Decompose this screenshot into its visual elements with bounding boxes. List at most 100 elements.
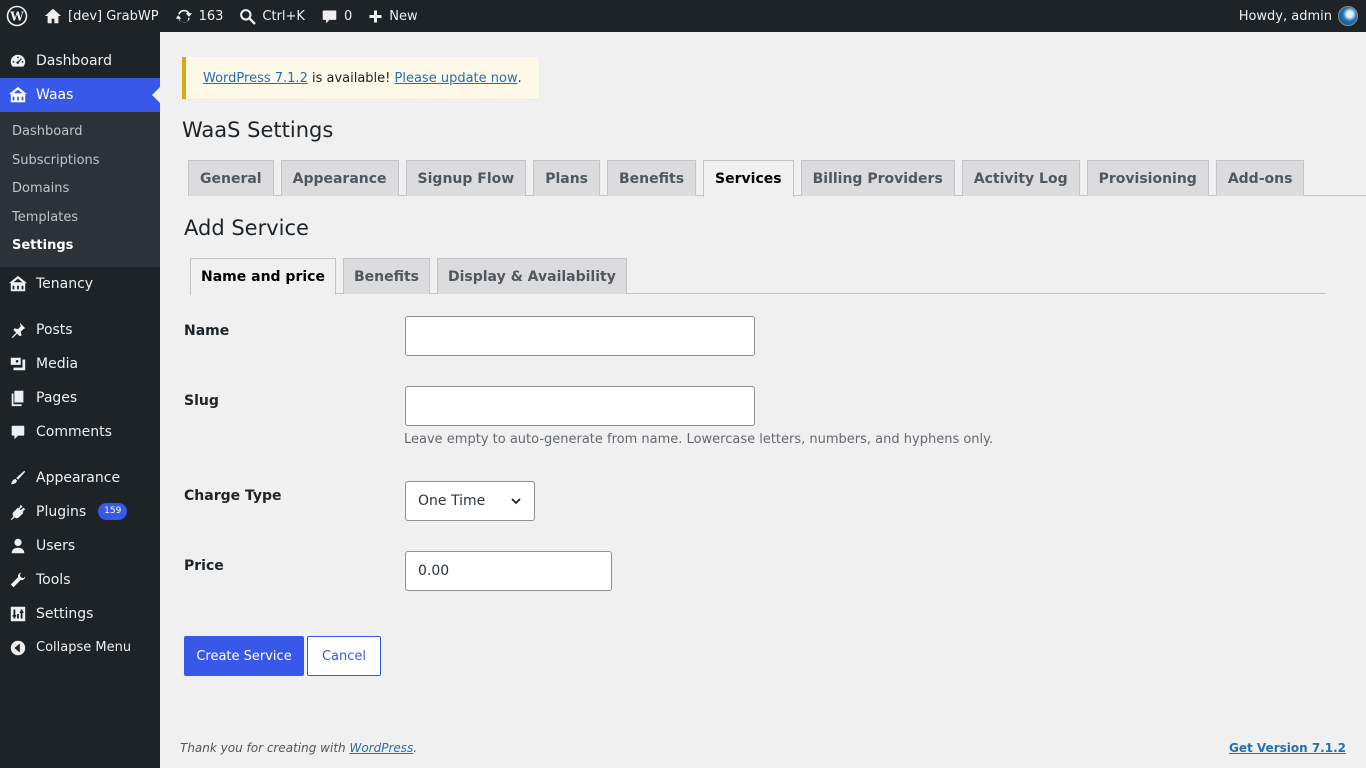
submenu-item-domains[interactable]: Domains: [0, 176, 160, 205]
comments-menu[interactable]: 0: [313, 0, 360, 32]
page-title: WaaS Settings: [182, 118, 334, 142]
sidebar-item-media[interactable]: Media: [0, 347, 160, 381]
sidebar-item-dashboard[interactable]: Dashboard: [0, 44, 160, 78]
footer-thanks: Thank you for creating with WordPress.: [180, 741, 417, 755]
search-menu[interactable]: Ctrl+K: [231, 0, 313, 32]
footer-thanks-prefix: Thank you for creating with: [180, 741, 350, 755]
search-shortcut: Ctrl+K: [262, 8, 305, 24]
plus-icon: [369, 10, 382, 22]
sidebar-item-tools[interactable]: Tools: [0, 563, 160, 597]
sidebar-item-label: Plugins: [36, 503, 87, 520]
tab-signup-flow[interactable]: Signup Flow: [405, 160, 527, 196]
site-name: [dev] GrabWP: [68, 8, 159, 24]
pages-icon: [8, 388, 28, 408]
update-notice: WordPress 7.1.2 is available! Please upd…: [182, 57, 539, 99]
updates-icon: [175, 9, 192, 23]
home-icon: [44, 8, 62, 24]
sidebar-item-plugins[interactable]: Plugins 159: [0, 495, 160, 529]
sidebar-item-label: Tenancy: [36, 275, 94, 292]
comments-count: 0: [343, 8, 353, 24]
submenu-item-dashboard[interactable]: Dashboard: [0, 119, 160, 148]
wordpress-version-link[interactable]: WordPress 7.1.2: [203, 71, 308, 86]
pin-icon: [8, 320, 28, 340]
submenu-item-templates[interactable]: Templates: [0, 205, 160, 234]
paintbrush-icon: [8, 468, 28, 488]
tab-provisioning[interactable]: Provisioning: [1086, 160, 1209, 196]
tab-general[interactable]: General: [188, 160, 274, 196]
user-icon: [8, 536, 28, 556]
wrench-icon: [8, 570, 28, 590]
tab-appearance[interactable]: Appearance: [280, 160, 399, 196]
collapse-arrow-icon: [8, 638, 28, 658]
updates-menu[interactable]: 163: [167, 0, 232, 32]
get-version-link[interactable]: Get Version 7.1.2: [1229, 741, 1346, 755]
section-title: Add Service: [184, 216, 309, 240]
footer-thanks-suffix: .: [413, 741, 418, 755]
subtab-display-availability[interactable]: Display & Availability: [436, 258, 627, 294]
slug-help-text: Leave empty to auto-generate from name. …: [404, 432, 994, 447]
sidebar-item-label: Waas: [36, 87, 74, 103]
sidebar-item-users[interactable]: Users: [0, 529, 160, 563]
submenu-item-settings[interactable]: Settings: [0, 233, 160, 262]
price-input[interactable]: [405, 551, 612, 591]
svg-text:W: W: [9, 10, 24, 24]
slug-label: Slug: [184, 393, 219, 409]
cancel-button[interactable]: Cancel: [307, 636, 381, 676]
tab-billing-providers[interactable]: Billing Providers: [800, 160, 955, 196]
name-label: Name: [184, 323, 230, 339]
charge-type-label: Charge Type: [184, 488, 282, 504]
howdy-greeting: Howdy, admin: [1238, 8, 1332, 24]
sidebar-item-label: Tools: [36, 571, 71, 588]
collapse-menu-label: Collapse Menu: [36, 640, 132, 655]
tab-add-ons[interactable]: Add-ons: [1215, 160, 1305, 196]
wordpress-link[interactable]: WordPress: [349, 741, 413, 755]
new-label: New: [389, 8, 418, 24]
media-icon: [8, 354, 28, 374]
sidebar-item-label: Dashboard: [36, 53, 112, 69]
subtab-benefits[interactable]: Benefits: [342, 258, 430, 294]
plugin-icon: [8, 502, 28, 522]
waas-submenu: Dashboard Subscriptions Domains Template…: [0, 112, 160, 267]
submenu-item-subscriptions[interactable]: Subscriptions: [0, 148, 160, 177]
tab-benefits[interactable]: Benefits: [607, 160, 697, 196]
tab-plans[interactable]: Plans: [533, 160, 601, 196]
sidebar-item-label: Posts: [36, 321, 73, 338]
chevron-down-icon: [510, 495, 522, 507]
sidebar-item-label: Media: [36, 355, 79, 372]
sidebar-item-label: Pages: [36, 389, 78, 406]
site-name-menu[interactable]: [dev] GrabWP: [36, 0, 167, 32]
name-input[interactable]: [405, 316, 755, 356]
settings-sliders-icon: [8, 604, 28, 624]
updates-count: 163: [198, 8, 224, 24]
charge-type-value: One Time: [418, 493, 486, 509]
slug-input[interactable]: [405, 386, 755, 426]
notice-text: is available!: [307, 70, 395, 86]
comments-icon: [8, 422, 28, 442]
sidebar-item-comments[interactable]: Comments: [0, 415, 160, 449]
charge-type-select[interactable]: One Time: [405, 481, 535, 521]
wordpress-logo-menu[interactable]: W: [0, 0, 36, 32]
wordpress-logo-icon: W: [6, 5, 28, 27]
settings-nav-tabs: General Appearance Signup Flow Plans Ben…: [188, 160, 1366, 197]
tab-activity-log[interactable]: Activity Log: [961, 160, 1080, 196]
sidebar-item-waas[interactable]: Waas: [0, 78, 160, 112]
tenancy-icon: [8, 274, 28, 294]
create-service-button[interactable]: Create Service: [184, 636, 304, 676]
sidebar-item-tenancy[interactable]: Tenancy: [0, 267, 160, 301]
sidebar-item-appearance[interactable]: Appearance: [0, 461, 160, 495]
sidebar-item-label: Users: [36, 537, 76, 554]
comment-icon: [322, 10, 337, 23]
my-account-menu[interactable]: Howdy, admin: [1231, 0, 1366, 32]
new-content-menu[interactable]: New: [360, 0, 425, 32]
update-now-link[interactable]: Please update now: [395, 71, 518, 86]
search-icon: [240, 8, 256, 24]
plugins-update-badge: 159: [98, 503, 128, 520]
tab-services[interactable]: Services: [703, 160, 794, 197]
sidebar-item-label: Settings: [36, 605, 94, 622]
sidebar-item-settings[interactable]: Settings: [0, 597, 160, 631]
admin-bar: W [dev] GrabWP 163 Ctrl+K 0 New Howdy, a…: [0, 0, 1366, 32]
sidebar-item-pages[interactable]: Pages: [0, 381, 160, 415]
subtab-name-and-price[interactable]: Name and price: [190, 258, 336, 295]
collapse-menu-button[interactable]: Collapse Menu: [0, 631, 160, 665]
sidebar-item-posts[interactable]: Posts: [0, 313, 160, 347]
